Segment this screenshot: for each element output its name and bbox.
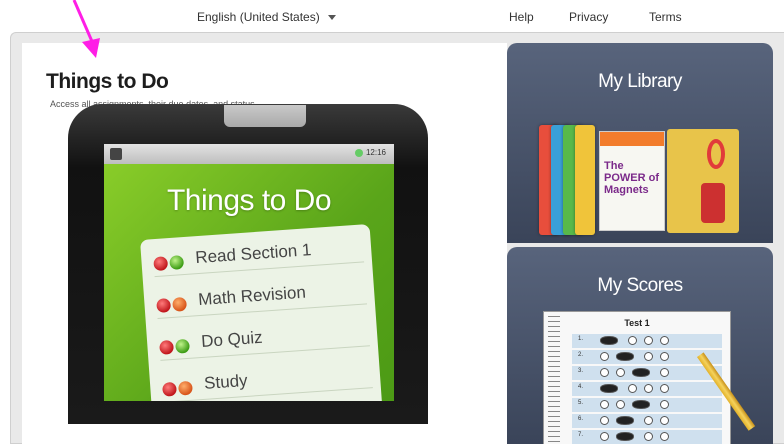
terms-link[interactable]: Terms bbox=[649, 10, 682, 24]
privacy-link[interactable]: Privacy bbox=[569, 10, 608, 24]
remove-icon bbox=[161, 381, 177, 397]
my-library-title: My Library bbox=[598, 71, 682, 92]
answer-row-number: 5. bbox=[578, 400, 584, 406]
task-item: Study bbox=[161, 358, 373, 401]
task-list: Read Section 1 Math Revision Do Quiz Stu… bbox=[140, 223, 383, 401]
answer-row: 4. bbox=[572, 382, 722, 396]
book-cover-text: The POWER of Magnets bbox=[604, 160, 659, 196]
task-item: Do Quiz bbox=[158, 316, 370, 361]
status-green-icon bbox=[175, 338, 190, 354]
chevron-down-icon bbox=[327, 15, 336, 21]
open-book bbox=[667, 129, 739, 233]
tablet-status-bar: 12:16 bbox=[104, 144, 394, 164]
task-status-icons bbox=[153, 253, 186, 273]
task-label: Study bbox=[203, 370, 249, 393]
tablet-top-tab bbox=[224, 105, 306, 127]
arrow-icon bbox=[72, 0, 100, 58]
answer-row-number: 7. bbox=[578, 432, 584, 438]
answer-row-number: 3. bbox=[578, 368, 584, 374]
book-icon bbox=[575, 125, 595, 235]
sheet-title: Test 1 bbox=[624, 318, 650, 328]
answer-row-number: 6. bbox=[578, 416, 584, 422]
answer-row-number: 2. bbox=[578, 352, 584, 358]
answer-row: 1. bbox=[572, 334, 722, 348]
book-cover-band bbox=[600, 132, 664, 146]
my-scores-card[interactable]: My Scores Test 1 1. 2. 3. 4. 5. 6. 7. bbox=[507, 247, 773, 444]
task-item: Read Section 1 bbox=[152, 232, 365, 278]
answer-row-number: 4. bbox=[578, 384, 584, 390]
answer-row: 5. bbox=[572, 398, 722, 412]
language-label: English (United States) bbox=[197, 10, 320, 24]
status-time: 12:16 bbox=[365, 148, 386, 157]
task-label: Math Revision bbox=[197, 282, 307, 310]
task-status-icons bbox=[156, 295, 189, 315]
remove-icon bbox=[156, 297, 172, 313]
task-status-icons bbox=[159, 337, 192, 357]
remove-icon bbox=[153, 255, 169, 271]
screen-title: Things to Do bbox=[166, 184, 332, 217]
answer-row: 6. bbox=[572, 414, 722, 428]
android-icon bbox=[110, 148, 122, 160]
answer-row: 3. bbox=[572, 366, 722, 380]
status-clock: 12:16 bbox=[354, 148, 386, 157]
my-scores-title: My Scores bbox=[597, 275, 683, 296]
language-selector[interactable]: English (United States) bbox=[197, 10, 336, 24]
test-sheet-illustration: Test 1 1. 2. 3. 4. 5. 6. 7. bbox=[543, 311, 731, 444]
answer-row-number: 1. bbox=[578, 336, 584, 342]
magnet-icon bbox=[707, 139, 725, 169]
task-label: Do Quiz bbox=[200, 327, 264, 351]
top-bar: English (United States) Help Privacy Ter… bbox=[0, 0, 784, 34]
books-illustration: The POWER of Magnets bbox=[539, 125, 739, 239]
task-item: Math Revision bbox=[155, 274, 368, 319]
tablet-screen: 12:16 Things to Do Read Section 1 Math R… bbox=[104, 144, 394, 401]
answer-row: 7. bbox=[572, 430, 722, 444]
status-green-icon bbox=[169, 254, 185, 270]
status-orange-icon bbox=[172, 296, 188, 312]
status-indicator-icon bbox=[354, 148, 363, 157]
microscope-icon bbox=[701, 183, 725, 223]
my-library-card[interactable]: My Library The POWER of Magnets bbox=[507, 43, 773, 243]
status-orange-icon bbox=[177, 380, 193, 396]
book-cover: The POWER of Magnets bbox=[599, 131, 665, 231]
task-label: Read Section 1 bbox=[194, 240, 312, 268]
help-link[interactable]: Help bbox=[509, 10, 534, 24]
sheet-ruler bbox=[548, 316, 560, 444]
remove-icon bbox=[159, 339, 175, 355]
task-status-icons bbox=[161, 379, 195, 399]
things-to-do-title: Things to Do bbox=[46, 70, 169, 93]
